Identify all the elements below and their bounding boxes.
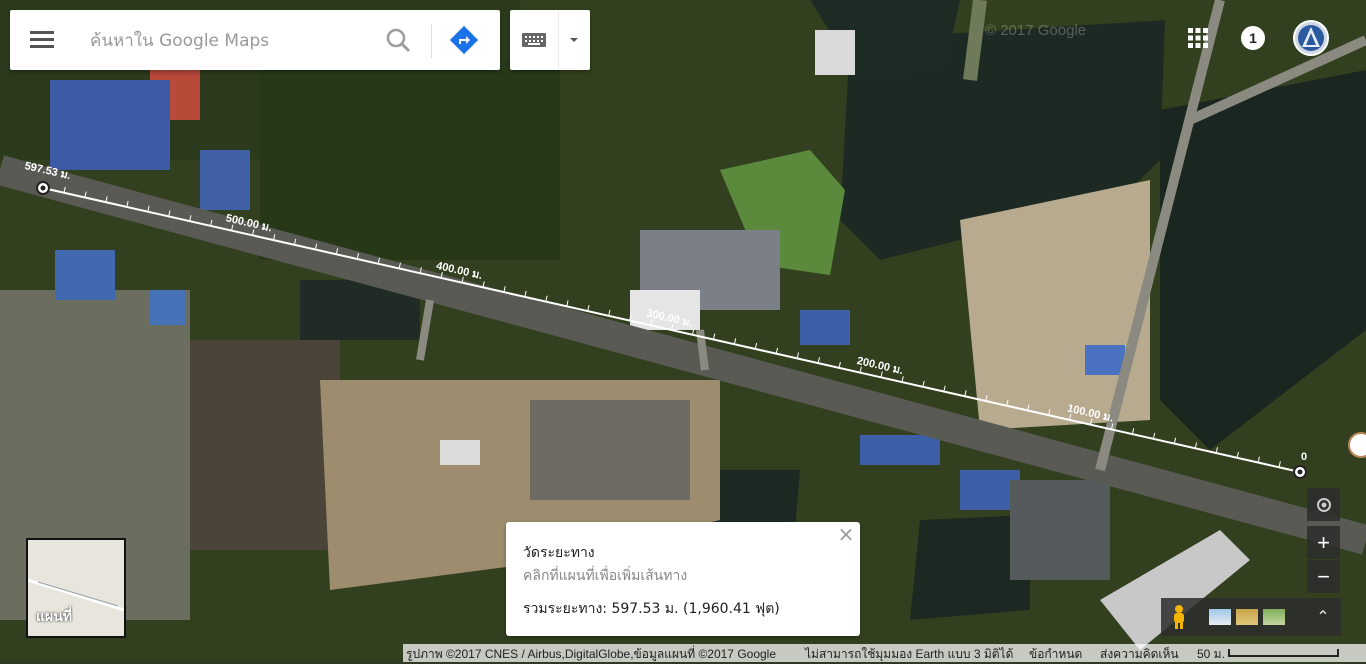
measure-end-point-center xyxy=(1297,469,1303,475)
close-icon[interactable]: × xyxy=(837,524,855,544)
map-footer: รูปภาพ ©2017 CNES / Airbus,DigitalGlobe,… xyxy=(403,644,1366,662)
search-divider xyxy=(431,24,432,58)
measure-hint: คลิกที่แผนที่เพื่อเพิ่มเส้นทาง xyxy=(523,568,688,584)
scale-bar xyxy=(1228,649,1339,657)
input-tools xyxy=(510,10,590,70)
menu-icon[interactable] xyxy=(30,28,58,52)
imagery-thumb-sky[interactable] xyxy=(1209,609,1231,625)
measure-distance-card: วัดระยะทาง คลิกที่แผนที่เพื่อเพิ่มเส้นทา… xyxy=(506,522,860,636)
chevron-down-icon[interactable] xyxy=(562,28,586,52)
scale-label: 50 ม. xyxy=(1197,647,1225,661)
search-icon[interactable] xyxy=(382,24,414,56)
imagery-attribution: รูปภาพ ©2017 CNES / Airbus,DigitalGlobe,… xyxy=(406,647,777,661)
measure-title: วัดระยะทาง xyxy=(523,545,595,561)
zoom-out-button[interactable]: − xyxy=(1307,560,1340,593)
earth-unavailable-link[interactable]: ไม่สามารถใช้มุมมอง Earth แบบ 3 มิติได้ xyxy=(805,645,1013,664)
measure-start-point-center xyxy=(40,185,46,191)
map-type-toggle[interactable]: แผนที่ xyxy=(26,538,126,638)
directions-icon[interactable] xyxy=(448,24,484,56)
zoom-in-button[interactable]: + xyxy=(1307,526,1340,559)
search-input[interactable] xyxy=(88,27,382,55)
zoom-controls: + − xyxy=(1307,488,1340,594)
imagery-thumb-satellite[interactable] xyxy=(1263,609,1285,625)
keyboard-icon[interactable] xyxy=(520,28,548,52)
search-box xyxy=(10,10,500,70)
avatar-icon[interactable] xyxy=(1293,20,1329,56)
map-watermark: © 2017 Google xyxy=(985,22,1087,39)
imagery-thumb-terrain[interactable] xyxy=(1236,609,1258,625)
minimap-label: แผนที่ xyxy=(36,609,73,625)
imagery-toolbar: ⌃ xyxy=(1161,598,1341,636)
terms-link[interactable]: ข้อกำหนด xyxy=(1029,645,1082,664)
measure-end-label: 0 xyxy=(1301,451,1307,463)
apps-grid-icon[interactable] xyxy=(1186,26,1210,50)
expand-chevron-icon[interactable]: ⌃ xyxy=(1313,607,1333,627)
pegman-icon[interactable] xyxy=(1169,604,1189,630)
measure-total: รวมระยะทาง: 597.53 ม. (1,960.41 ฟุต) xyxy=(523,601,780,617)
notification-badge[interactable]: 1 xyxy=(1241,26,1265,50)
my-location-icon[interactable] xyxy=(1307,488,1340,521)
feedback-link[interactable]: ส่งความคิดเห็น xyxy=(1100,645,1179,664)
input-tools-divider xyxy=(558,10,559,70)
